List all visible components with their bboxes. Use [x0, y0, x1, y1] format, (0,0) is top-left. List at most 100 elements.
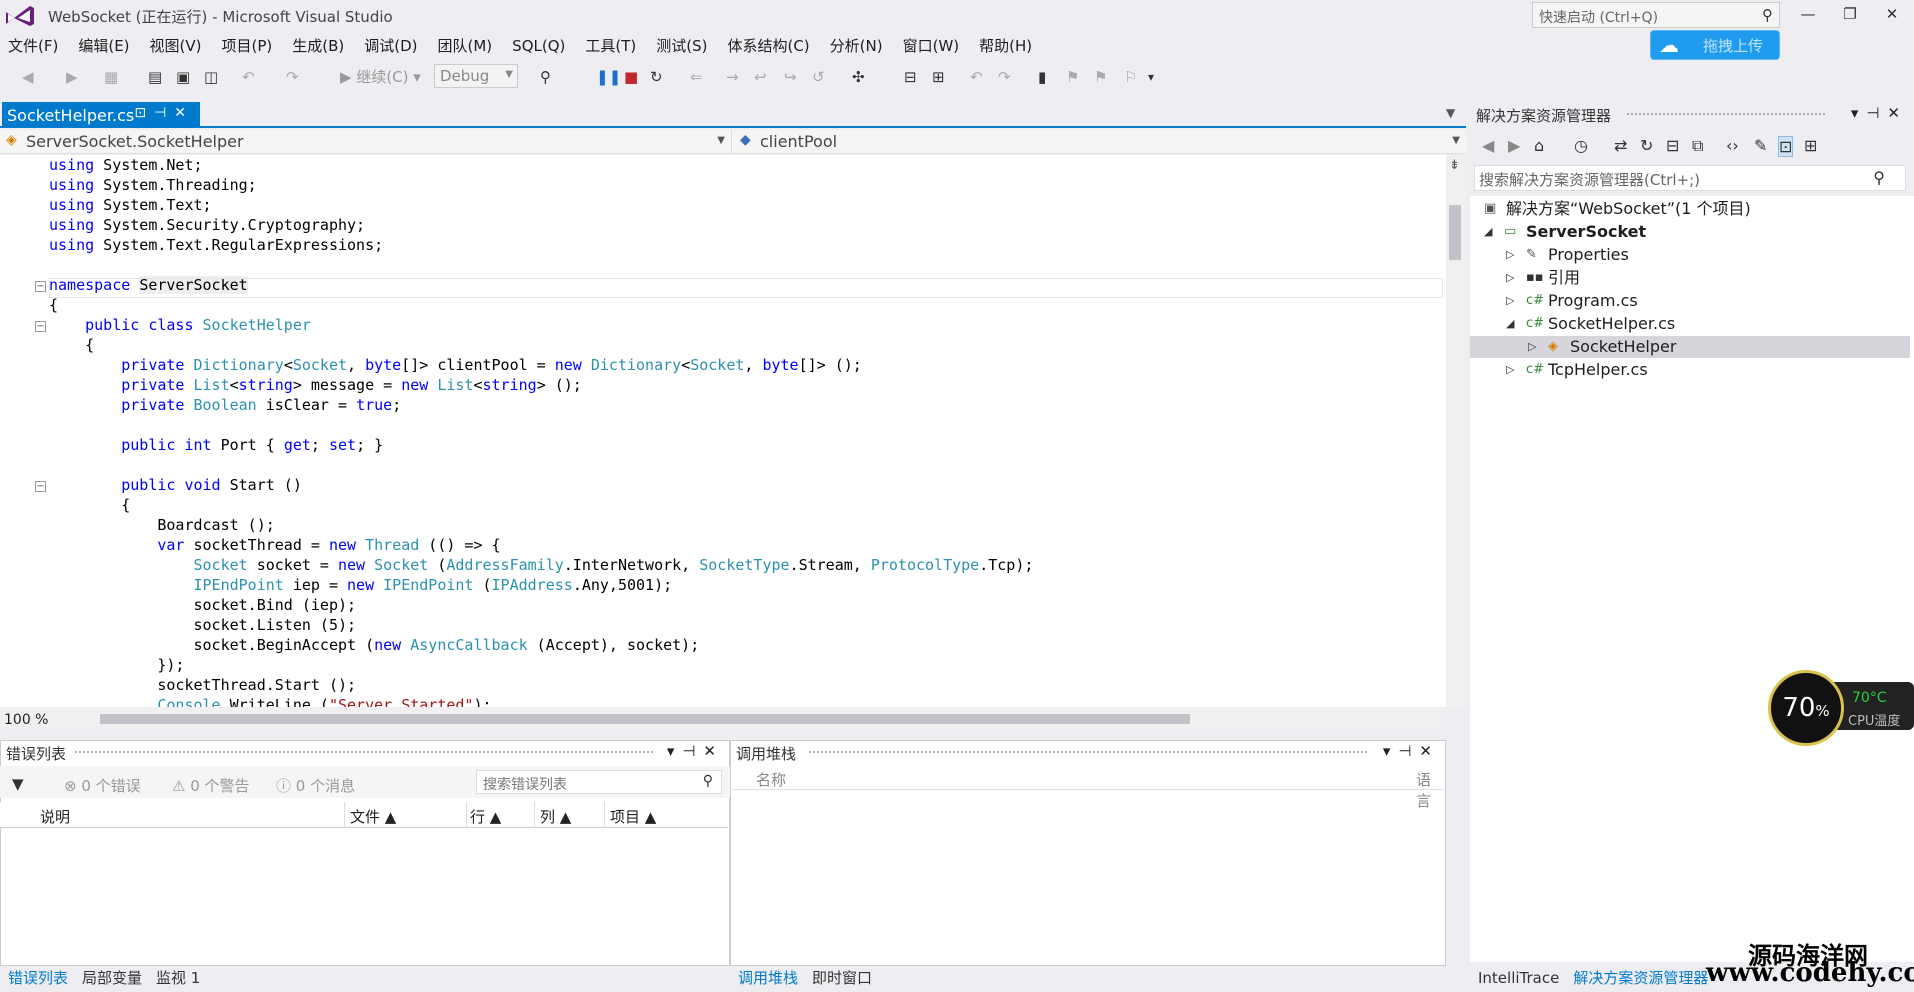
collapsed-arrow-icon[interactable]: ▷ — [1506, 244, 1514, 266]
pending-changes-icon[interactable]: ◷ — [1574, 136, 1588, 155]
home-icon[interactable]: ⌂ — [1534, 136, 1544, 155]
continue-button[interactable]: ▶ 继续(C) ▾ — [340, 66, 421, 87]
collapsed-arrow-icon[interactable]: ▷ — [1506, 290, 1514, 312]
tree-item-sockethelper-class[interactable]: ▷ ◈ SocketHelper — [1470, 336, 1910, 358]
tab-immediate-window[interactable]: 即时窗口 — [804, 966, 878, 992]
menu-window[interactable]: 窗口(W) — [895, 34, 972, 60]
breakpoint-icon[interactable]: ✣ — [852, 67, 865, 87]
upload-button[interactable]: ☁ 拖拽上传 — [1650, 30, 1780, 60]
find-icon[interactable]: ⚲ — [540, 67, 551, 87]
collapse-namespace-icon[interactable]: − — [35, 281, 46, 292]
solution-search-input[interactable]: 搜索解决方案资源管理器(Ctrl+;) ⚲ — [1474, 165, 1906, 191]
tab-list-dropdown-icon[interactable]: ▼ — [1446, 106, 1455, 120]
tree-item-project[interactable]: ◢ ▭ ServerSocket — [1470, 221, 1910, 243]
save-all-icon[interactable]: ◫ — [204, 67, 218, 87]
column-line[interactable]: 行 ▲ — [470, 806, 501, 827]
forward-icon[interactable]: ▶ — [66, 67, 78, 87]
step-over-icon[interactable]: ↩ — [754, 67, 767, 87]
tree-item-properties[interactable]: ▷ ✎ Properties — [1470, 244, 1910, 266]
tab-intellitrace[interactable]: IntelliTrace — [1470, 966, 1565, 992]
tab-solution-explorer[interactable]: 解决方案资源管理器 — [1565, 966, 1714, 992]
tab-call-stack[interactable]: 调用堆栈 — [730, 966, 804, 992]
step-into-icon[interactable]: → — [726, 67, 739, 87]
stop-icon[interactable]: ■ — [624, 67, 638, 87]
tree-item-tcphelper-cs[interactable]: ▷ c# TcpHelper.cs — [1470, 359, 1910, 381]
prev-bookmark-icon[interactable]: ⚑ — [1066, 67, 1079, 87]
close-window-button[interactable]: ✕ — [1874, 2, 1910, 26]
error-search-input[interactable]: 搜索错误列表 ⚲ — [476, 770, 722, 794]
menu-debug[interactable]: 调试(D) — [356, 34, 429, 60]
show-next-statement-icon[interactable]: ⇐ — [690, 67, 703, 87]
pause-icon[interactable]: ❚❚ — [596, 67, 621, 87]
forward-icon[interactable]: ▶ — [1508, 136, 1520, 155]
tree-item-references[interactable]: ▷ ▪▪ 引用 — [1470, 267, 1910, 289]
errors-filter-button[interactable]: ⊗ 0 个错误 — [64, 775, 141, 796]
menu-build[interactable]: 生成(B) — [284, 34, 356, 60]
tab-watch-1[interactable]: 监视 1 — [148, 966, 206, 992]
code-editor[interactable]: − − − using System.Net; using System.Thr… — [0, 155, 1446, 707]
menu-view[interactable]: 视图(V) — [142, 34, 214, 60]
save-icon[interactable]: ▣ — [176, 67, 190, 87]
drag-grip[interactable] — [808, 750, 1368, 754]
menu-edit[interactable]: 编辑(E) — [70, 34, 141, 60]
view-code-icon[interactable]: ‹› — [1726, 136, 1739, 155]
show-all-files-icon[interactable]: ⧉ — [1692, 136, 1703, 156]
tree-item-sockethelper-cs[interactable]: ◢ c# SocketHelper.cs — [1470, 313, 1910, 335]
panel-window-buttons[interactable]: ▾⊣✕ — [667, 742, 724, 760]
column-name[interactable]: 名称 — [756, 769, 786, 790]
menu-architecture[interactable]: 体系结构(C) — [719, 34, 821, 60]
messages-filter-button[interactable]: ⓘ 0 个消息 — [276, 775, 355, 796]
solution-configuration-select[interactable]: Debug ▼ — [434, 64, 518, 88]
drag-grip[interactable] — [1626, 112, 1826, 116]
navigate-forward-icon[interactable]: ↷ — [998, 67, 1011, 87]
menu-tools[interactable]: 工具(T) — [577, 34, 648, 60]
member-dropdown[interactable]: ◆ clientPool ▼ — [734, 130, 1466, 154]
menu-test[interactable]: 测试(S) — [648, 34, 719, 60]
tab-error-list[interactable]: 错误列表 — [0, 966, 74, 992]
expanded-arrow-icon[interactable]: ◢ — [1484, 221, 1492, 243]
navigate-back-icon[interactable]: ↶ — [970, 67, 983, 87]
minimize-button[interactable]: — — [1790, 2, 1826, 26]
back-icon[interactable]: ◀ — [1482, 136, 1494, 155]
bookmark-icon[interactable]: ▮ — [1038, 67, 1046, 87]
collapsed-arrow-icon[interactable]: ▷ — [1506, 359, 1514, 381]
collapsed-arrow-icon[interactable]: ▷ — [1528, 336, 1536, 358]
column-column[interactable]: 列 ▲ — [540, 806, 571, 827]
menu-analyze[interactable]: 分析(N) — [822, 34, 895, 60]
cpu-monitor-widget[interactable]: 70% 70°C CPU温度 — [1768, 670, 1914, 746]
collapsed-arrow-icon[interactable]: ▷ — [1506, 267, 1514, 289]
comment-out-icon[interactable]: ⊟ — [904, 67, 917, 87]
vertical-scroll-thumb[interactable] — [1449, 205, 1461, 260]
restore-button[interactable]: ❐ — [1832, 2, 1868, 26]
step-out-icon[interactable]: ↪ — [784, 67, 797, 87]
restart-icon[interactable]: ↻ — [650, 67, 663, 87]
properties-icon[interactable]: ✎ — [1754, 136, 1767, 155]
menu-project[interactable]: 项目(P) — [214, 34, 285, 60]
column-project[interactable]: 项目 ▲ — [610, 806, 656, 827]
redo-icon[interactable]: ↷ — [286, 67, 299, 87]
expanded-arrow-icon[interactable]: ◢ — [1506, 313, 1514, 335]
column-language[interactable]: 语言 — [1416, 769, 1444, 811]
menu-sql[interactable]: SQL(Q) — [504, 34, 577, 60]
split-editor-icon[interactable]: ⇟ — [1449, 158, 1460, 173]
new-project-icon[interactable]: ▦ — [104, 67, 118, 87]
quick-launch-input[interactable]: 快速启动 (Ctrl+Q) ⚲ — [1532, 2, 1780, 28]
type-dropdown[interactable]: ◈ ServerSocket.SocketHelper ▼ — [0, 130, 732, 154]
tree-item-program-cs[interactable]: ▷ c# Program.cs — [1470, 290, 1910, 312]
clear-bookmarks-icon[interactable]: ⚐ — [1124, 67, 1137, 87]
undo-icon[interactable]: ↶ — [242, 67, 255, 87]
zoom-level[interactable]: 100 % — [4, 712, 48, 728]
tab-pin-close-icons[interactable]: ⊡⊣✕ — [134, 105, 194, 121]
back-icon[interactable]: ◀ — [22, 67, 34, 87]
drag-grip[interactable] — [74, 750, 654, 754]
sync-icon[interactable]: ⇄ — [1614, 136, 1627, 155]
refresh-icon[interactable]: ↺ — [812, 67, 825, 87]
menu-help[interactable]: 帮助(H) — [971, 34, 1044, 60]
panel-window-buttons[interactable]: ▾⊣✕ — [1851, 104, 1908, 122]
column-file[interactable]: 文件 ▲ — [350, 806, 396, 827]
tree-item-solution[interactable]: ▣ 解决方案“WebSocket”(1 个项目) — [1470, 198, 1910, 220]
tab-sockethelper[interactable]: SocketHelper.cs ⊡⊣✕ — [2, 102, 200, 128]
preview-icon[interactable]: ⊡ — [1778, 136, 1794, 157]
collapse-class-icon[interactable]: − — [35, 321, 46, 332]
column-description[interactable]: 说明 — [40, 806, 70, 827]
